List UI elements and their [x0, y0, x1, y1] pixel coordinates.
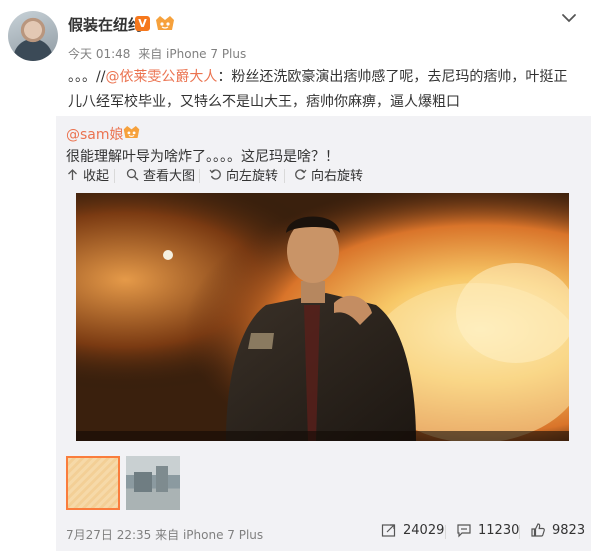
toolbar-divider	[199, 169, 200, 183]
verified-badge-icon: V	[135, 16, 150, 31]
post-timestamp[interactable]: 今天 01:48	[68, 47, 130, 61]
original-timestamp[interactable]: 7月27日 22:35	[66, 528, 151, 542]
comment-icon	[457, 524, 471, 538]
like-count: 9823	[552, 522, 586, 538]
rotate-right-icon	[295, 169, 307, 180]
username[interactable]: 假装在纽约	[68, 14, 143, 35]
post-text-line1: ：粉丝还洗欧豪演出痞帅感了呢，去尼玛的痞帅，叶挺	[217, 69, 554, 85]
stats-divider	[519, 525, 520, 539]
collapse-button[interactable]: 收起	[66, 165, 109, 184]
rotate-left-button[interactable]: 向左旋转	[209, 165, 278, 184]
magnifier-icon	[126, 168, 139, 181]
image-toolbar: 收起 查看大图 向左旋转 向右旋转	[56, 165, 591, 189]
original-author-link[interactable]: @sam娘	[66, 124, 124, 144]
collapse-label: 收起	[83, 169, 110, 184]
toolbar-divider	[114, 169, 115, 183]
comment-count: 11230	[478, 522, 520, 538]
rotate-right-label: 向右旋转	[311, 169, 364, 184]
rotate-left-icon	[209, 169, 221, 180]
toolbar-divider	[284, 169, 285, 183]
mention-link[interactable]: @依莱雯公爵大人	[105, 69, 217, 85]
view-large-label: 查看大图	[143, 169, 196, 184]
post-text: 。。。//@依莱雯公爵大人：粉丝还洗欧豪演出痞帅感了呢，去尼玛的痞帅，叶挺正儿八…	[68, 65, 574, 115]
chevron-down-icon[interactable]	[560, 10, 578, 26]
comment-count-button[interactable]: 11230	[456, 522, 519, 538]
member-badge-icon[interactable]	[154, 14, 176, 32]
rotate-right-button[interactable]: 向右旋转	[294, 165, 363, 184]
weibo-post-card: 假装在纽约 V 今天 01:48 来自 iPhone 7 Plus 。。。//@…	[0, 0, 591, 551]
thumbnail-2[interactable]	[126, 456, 180, 510]
post-meta: 今天 01:48 来自 iPhone 7 Plus	[68, 45, 250, 62]
like-icon	[531, 523, 545, 537]
original-post-text: 很能理解叶导为啥炸了。。。。这尼玛是啥？！	[66, 149, 339, 165]
stats-divider	[445, 525, 446, 539]
thumbnail-2-shape	[134, 472, 152, 492]
avatar[interactable]	[8, 11, 58, 61]
member-badge-icon[interactable]	[122, 124, 141, 140]
repost-icon	[381, 524, 396, 537]
repost-container: @sam娘 很能理解叶导为啥炸了。。。。这尼玛是啥？！ 收起 查看大图 向左旋转	[56, 116, 591, 551]
post-photo[interactable]	[76, 193, 569, 441]
original-source: 来自 iPhone 7 Plus	[155, 528, 264, 542]
post-source: 来自 iPhone 7 Plus	[138, 47, 247, 61]
repost-count-button[interactable]: 24029	[381, 522, 444, 538]
like-count-button[interactable]: 9823	[530, 522, 585, 538]
rotate-left-label: 向左旋转	[226, 169, 279, 184]
view-large-button[interactable]: 查看大图	[126, 165, 195, 184]
collapse-icon	[68, 169, 77, 180]
thumbnail-1-selected[interactable]	[66, 456, 120, 510]
thumbnail-2-shape	[156, 466, 168, 492]
post-text-prefix: 。。。//	[68, 69, 106, 85]
original-post-meta: 7月27日 22:35 来自 iPhone 7 Plus	[66, 526, 263, 543]
repost-count: 24029	[403, 522, 445, 538]
